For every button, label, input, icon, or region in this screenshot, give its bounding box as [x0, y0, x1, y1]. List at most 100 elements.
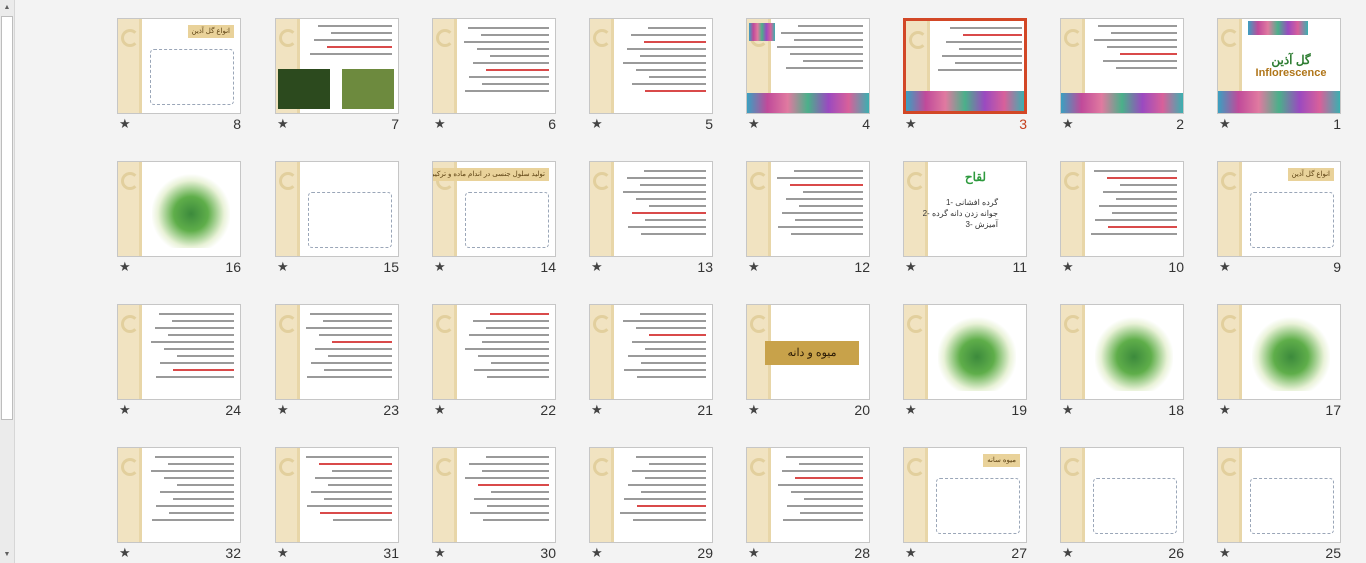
transition-star-icon[interactable]: ★: [434, 402, 446, 418]
slide-thumbnail[interactable]: [275, 18, 399, 114]
transition-star-icon[interactable]: ★: [119, 545, 131, 561]
text-line: [486, 456, 549, 458]
transition-star-icon[interactable]: ★: [434, 259, 446, 275]
slide-decoration: [118, 305, 142, 399]
slide-number: 10: [1168, 259, 1184, 275]
slide-thumbnail[interactable]: [432, 447, 556, 543]
slide-thumbnail[interactable]: [903, 304, 1027, 400]
transition-star-icon[interactable]: ★: [591, 402, 603, 418]
slide-thumbnail[interactable]: [275, 447, 399, 543]
transition-star-icon[interactable]: ★: [748, 402, 760, 418]
transition-star-icon[interactable]: ★: [591, 259, 603, 275]
slide-thumbnail[interactable]: میوه سانه: [903, 447, 1027, 543]
slide-thumbnail[interactable]: [117, 161, 241, 257]
slide-thumbnail[interactable]: [1060, 447, 1184, 543]
slide-number: 13: [697, 259, 713, 275]
transition-star-icon[interactable]: ★: [277, 116, 289, 132]
transition-star-icon[interactable]: ★: [434, 545, 446, 561]
slide-thumbnail[interactable]: انواع گل آذین: [117, 18, 241, 114]
text-line: [465, 90, 549, 92]
slide-thumbnail[interactable]: [1217, 304, 1341, 400]
slide-thumbnail[interactable]: [589, 447, 713, 543]
transition-star-icon[interactable]: ★: [434, 116, 446, 132]
text-line: [955, 62, 1022, 64]
text-line: [623, 62, 706, 64]
slide-thumbnail[interactable]: [746, 18, 870, 114]
text-line: [1099, 205, 1177, 207]
slide-thumbnail[interactable]: [746, 447, 870, 543]
slide-thumbnail[interactable]: انواع گل آذین: [1217, 161, 1341, 257]
transition-star-icon[interactable]: ★: [277, 259, 289, 275]
transition-star-icon[interactable]: ★: [1062, 545, 1074, 561]
text-line: [623, 191, 706, 193]
slide-thumbnail[interactable]: [275, 304, 399, 400]
slide-number: 15: [383, 259, 399, 275]
transition-star-icon[interactable]: ★: [1219, 545, 1231, 561]
text-line: [464, 41, 549, 43]
slide-thumbnail[interactable]: [903, 18, 1027, 114]
text-line: [487, 505, 549, 507]
transition-star-icon[interactable]: ★: [748, 259, 760, 275]
slide-thumbnail[interactable]: [432, 18, 556, 114]
slide-decoration: [747, 448, 771, 542]
text-line: [482, 470, 549, 472]
slide-thumbnail[interactable]: [275, 161, 399, 257]
slide-thumbnail[interactable]: گل آذین Inflorescence: [1217, 18, 1341, 114]
text-line: [803, 191, 863, 193]
transition-star-icon[interactable]: ★: [277, 402, 289, 418]
scroll-up-arrow-icon[interactable]: ▲: [1, 1, 13, 15]
text-line: [628, 484, 706, 486]
slide-thumbnail[interactable]: لقاح 1- گرده افشانی 2- جوانه زدن دانه گرده…: [903, 161, 1027, 257]
slide-thumbnail[interactable]: تولید سلول جنسی در اندام ماده و ترکیباها…: [432, 161, 556, 257]
slide-thumbnail[interactable]: میوه و دانه: [746, 304, 870, 400]
scrollbar-thumb[interactable]: [1, 16, 13, 420]
transition-star-icon[interactable]: ★: [277, 545, 289, 561]
transition-star-icon[interactable]: ★: [591, 116, 603, 132]
transition-star-icon[interactable]: ★: [748, 116, 760, 132]
text-line: [1107, 46, 1177, 48]
slide-thumbnail[interactable]: [1060, 161, 1184, 257]
transition-star-icon[interactable]: ★: [1062, 259, 1074, 275]
transition-star-icon[interactable]: ★: [119, 116, 131, 132]
transition-star-icon[interactable]: ★: [119, 402, 131, 418]
slide-decoration: [276, 162, 300, 256]
transition-star-icon[interactable]: ★: [905, 402, 917, 418]
text-line: [794, 39, 863, 41]
text-line: [632, 341, 706, 343]
text-line: [637, 505, 706, 507]
slide-thumbnail[interactable]: [589, 18, 713, 114]
text-line: [478, 484, 549, 486]
slide-number: 32: [225, 545, 241, 561]
slide-thumbnail[interactable]: [589, 304, 713, 400]
text-line: [307, 376, 392, 378]
transition-star-icon[interactable]: ★: [1219, 259, 1231, 275]
slide-number: 21: [697, 402, 713, 418]
transition-star-icon[interactable]: ★: [591, 545, 603, 561]
slide-thumbnail[interactable]: [117, 304, 241, 400]
transition-star-icon[interactable]: ★: [1062, 116, 1074, 132]
transition-star-icon[interactable]: ★: [119, 259, 131, 275]
transition-star-icon[interactable]: ★: [1219, 402, 1231, 418]
text-line: [332, 470, 392, 472]
slide-thumbnail[interactable]: [746, 161, 870, 257]
slide-thumbnail[interactable]: [117, 447, 241, 543]
slide-thumbnail[interactable]: [1060, 304, 1184, 400]
scroll-down-arrow-icon[interactable]: ▼: [1, 548, 13, 562]
slide-thumbnail[interactable]: [1060, 18, 1184, 114]
transition-star-icon[interactable]: ★: [748, 545, 760, 561]
slide-number: 3: [1019, 116, 1027, 132]
text-line: [474, 498, 549, 500]
text-line: [649, 76, 706, 78]
transition-star-icon[interactable]: ★: [905, 545, 917, 561]
vertical-scrollbar[interactable]: ▲ ▼: [0, 0, 15, 563]
transition-star-icon[interactable]: ★: [905, 259, 917, 275]
slide-thumbnail[interactable]: [1217, 447, 1341, 543]
slide-thumbnail[interactable]: [589, 161, 713, 257]
text-line: [483, 519, 549, 521]
transition-star-icon[interactable]: ★: [1062, 402, 1074, 418]
slide-thumbnail[interactable]: [432, 304, 556, 400]
transition-star-icon[interactable]: ★: [1219, 116, 1231, 132]
slide-number: 1: [1333, 116, 1341, 132]
transition-star-icon[interactable]: ★: [905, 116, 917, 132]
text-line: [177, 484, 234, 486]
